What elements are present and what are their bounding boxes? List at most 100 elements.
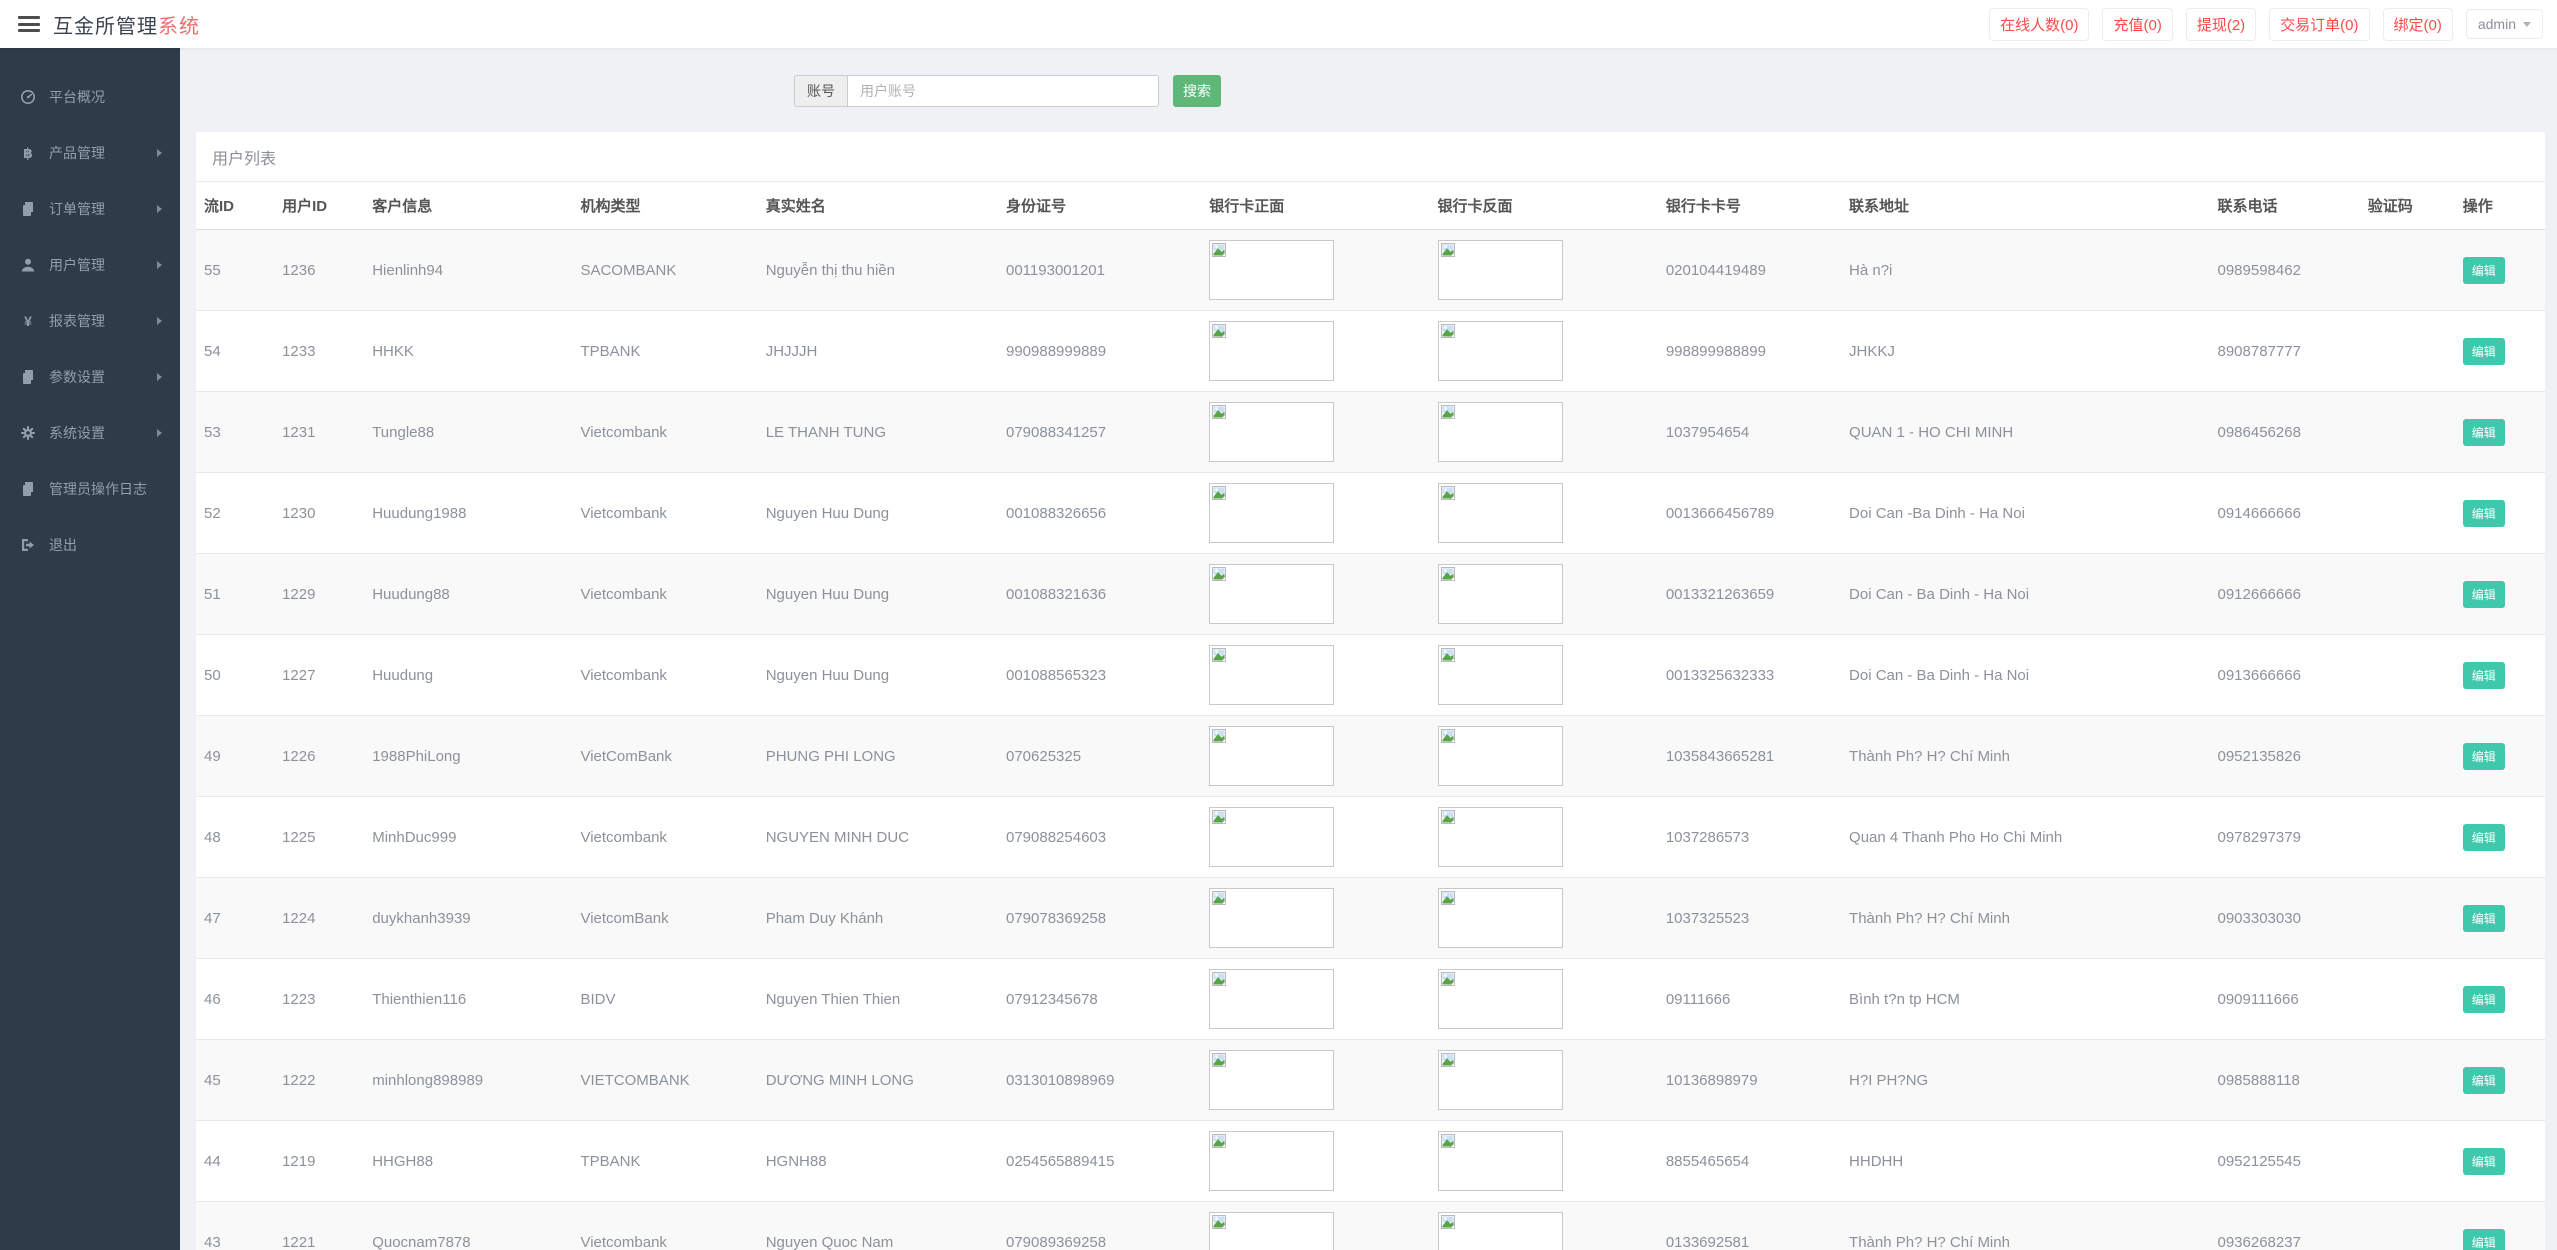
search-input[interactable]	[847, 75, 1159, 107]
cell-address: HHDHH	[1841, 1120, 2210, 1202]
broken-image-icon	[1212, 324, 1227, 338]
table-row: 52 1230 Huudung1988 Vietcombank Nguyen H…	[196, 472, 2545, 554]
bank-card-back-image	[1437, 240, 1563, 300]
column-header: 联系电话	[2209, 182, 2360, 230]
bank-card-back-image	[1437, 321, 1563, 381]
cell-card-front	[1201, 1120, 1430, 1202]
admin-menu[interactable]: admin	[2465, 9, 2543, 39]
sidebar-item-report-management[interactable]: ¥ 报表管理	[0, 293, 180, 349]
bitcoin-icon: ฿	[20, 145, 37, 161]
cell-user-id: 1219	[274, 1120, 365, 1202]
chevron-right-icon	[157, 373, 162, 381]
sidebar-item-logout[interactable]: 退出	[0, 517, 180, 573]
sidebar-item-product-management[interactable]: ฿ 产品管理	[0, 125, 180, 181]
broken-image-icon	[1212, 243, 1227, 257]
cell-verify-code	[2359, 310, 2455, 392]
cell-id-number: 001088321636	[998, 553, 1202, 635]
edit-button[interactable]: 编辑	[2462, 742, 2505, 770]
broken-image-icon	[1440, 972, 1455, 986]
sidebar-item-parameter-settings[interactable]: 参数设置	[0, 349, 180, 405]
hamburger-menu-icon[interactable]	[18, 16, 40, 32]
edit-button[interactable]: 编辑	[2462, 661, 2505, 689]
cell-card-back	[1429, 715, 1658, 797]
broken-image-icon	[1440, 810, 1455, 824]
cell-bank-type: VietcomBank	[572, 877, 758, 959]
cell-real-name: LE THANH TUNG	[757, 391, 998, 473]
bank-card-back-image	[1437, 888, 1563, 948]
cell-customer-info: Thienthien116	[364, 958, 573, 1040]
bank-card-front-image	[1209, 1131, 1335, 1191]
sidebar-item-label: 平台概况	[49, 89, 105, 105]
table-row: 49 1226 1988PhiLong VietComBank PHUNG PH…	[196, 715, 2545, 797]
files-icon	[20, 481, 37, 497]
cell-card-number: 1037286573	[1657, 796, 1842, 878]
bank-card-back-image	[1437, 1212, 1563, 1250]
edit-button[interactable]: 编辑	[2462, 256, 2505, 284]
cell-bank-type: BIDV	[572, 958, 758, 1040]
chevron-right-icon	[157, 429, 162, 437]
cell-customer-info: 1988PhiLong	[364, 715, 573, 797]
cell-flow-id: 43	[196, 1201, 275, 1250]
cell-address: Hà n?i	[1841, 229, 2210, 311]
topbar-link-trade-orders[interactable]: 交易订单(0)	[2269, 7, 2370, 41]
column-header: 银行卡反面	[1429, 182, 1658, 230]
broken-image-icon	[1212, 972, 1227, 986]
edit-button[interactable]: 编辑	[2462, 1066, 2505, 1094]
sidebar-item-label: 产品管理	[49, 145, 105, 161]
cell-card-number: 8855465654	[1657, 1120, 1842, 1202]
sidebar-item-admin-operation-log[interactable]: 管理员操作日志	[0, 461, 180, 517]
cell-card-front	[1201, 877, 1430, 959]
sidebar-menu: 平台概况 ฿ 产品管理订单管理 用户管理 ¥ 报表管理 参数设置系统设置管理员操作日志 退出	[0, 48, 180, 573]
cell-card-number: 998899988899	[1657, 310, 1842, 392]
cell-phone: 0952125545	[2209, 1120, 2360, 1202]
cell-user-id: 1226	[274, 715, 365, 797]
sidebar-item-order-management[interactable]: 订单管理	[0, 181, 180, 237]
cell-card-front	[1201, 472, 1430, 554]
cell-real-name: Nguyen Quoc Nam	[757, 1201, 998, 1250]
edit-button[interactable]: 编辑	[2462, 499, 2505, 527]
cell-actions: 编辑	[2454, 796, 2545, 878]
sidebar-item-label: 报表管理	[49, 313, 105, 329]
edit-button[interactable]: 编辑	[2462, 823, 2505, 851]
cell-real-name: Nguyen Thien Thien	[757, 958, 998, 1040]
cell-id-number: 0254565889415	[998, 1120, 1202, 1202]
topbar-link-binding[interactable]: 绑定(0)	[2382, 7, 2453, 41]
cell-address: Thành Ph? H? Chí Minh	[1841, 877, 2210, 959]
table-row: 45 1222 minhlong898989 VIETCOMBANK DƯƠNG…	[196, 1039, 2545, 1121]
cell-card-back	[1429, 634, 1658, 716]
broken-image-icon	[1212, 567, 1227, 581]
bank-card-back-image	[1437, 807, 1563, 867]
files-icon	[20, 201, 37, 217]
sidebar-item-system-settings[interactable]: 系统设置	[0, 405, 180, 461]
topbar-link-withdraw[interactable]: 提现(2)	[2185, 7, 2257, 41]
cell-user-id: 1231	[274, 391, 365, 473]
cell-id-number: 079078369258	[998, 877, 1202, 959]
column-header: 验证码	[2359, 182, 2455, 230]
cell-bank-type: Vietcombank	[572, 1201, 758, 1250]
edit-button[interactable]: 编辑	[2462, 580, 2505, 608]
bank-card-front-image	[1209, 1212, 1335, 1250]
edit-button[interactable]: 编辑	[2462, 1147, 2505, 1175]
cell-card-front	[1201, 1039, 1430, 1121]
sidebar-item-user-management[interactable]: 用户管理	[0, 237, 180, 293]
cell-id-number: 001193001201	[998, 229, 1202, 311]
edit-button[interactable]: 编辑	[2462, 337, 2505, 365]
topbar-link-online-users[interactable]: 在线人数(0)	[1989, 7, 2090, 41]
column-header: 客户信息	[364, 182, 573, 230]
edit-button[interactable]: 编辑	[2462, 1228, 2505, 1250]
table-row: 55 1236 Hienlinh94 SACOMBANK Nguyễn thị …	[196, 229, 2545, 311]
edit-button[interactable]: 编辑	[2462, 418, 2505, 446]
sidebar-item-platform-overview[interactable]: 平台概况	[0, 69, 180, 125]
cell-actions: 编辑	[2454, 1201, 2545, 1250]
cell-bank-type: TPBANK	[572, 1120, 758, 1202]
edit-button[interactable]: 编辑	[2462, 904, 2505, 932]
cell-flow-id: 51	[196, 553, 275, 635]
table-row: 53 1231 Tungle88 Vietcombank LE THANH TU…	[196, 391, 2545, 473]
search-button[interactable]: 搜索	[1173, 75, 1221, 107]
topbar-link-recharge[interactable]: 充值(0)	[2102, 7, 2173, 41]
sidebar-item-label: 系统设置	[49, 425, 105, 441]
card-title: 用户列表	[196, 132, 2545, 182]
cell-card-back	[1429, 796, 1658, 878]
edit-button[interactable]: 编辑	[2462, 985, 2505, 1013]
cell-card-number: 1037954654	[1657, 391, 1842, 473]
